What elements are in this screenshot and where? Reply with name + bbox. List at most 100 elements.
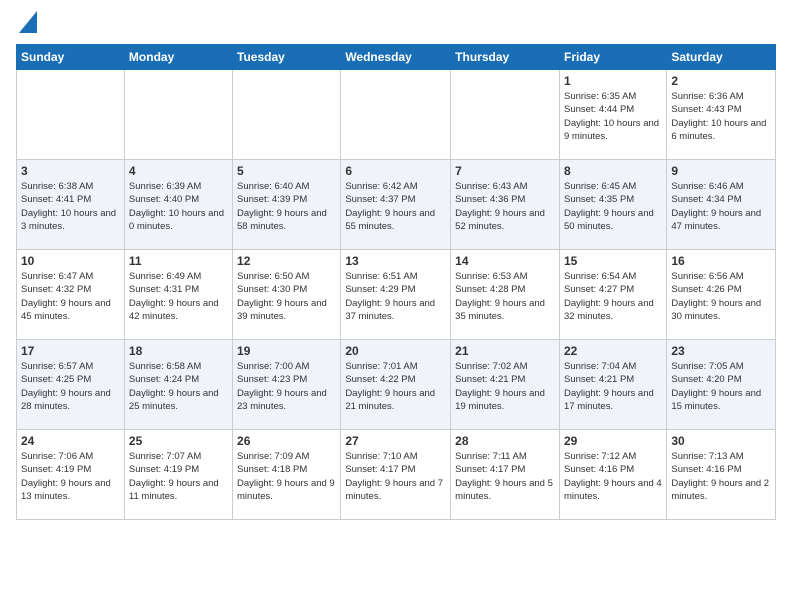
calendar-cell [17, 70, 125, 160]
day-info: Sunrise: 6:38 AM Sunset: 4:41 PM Dayligh… [21, 180, 120, 233]
calendar-cell: 7 Sunrise: 6:43 AM Sunset: 4:36 PM Daylig… [451, 160, 560, 250]
calendar-cell: 1 Sunrise: 6:35 AM Sunset: 4:44 PM Daylig… [559, 70, 666, 160]
day-number: 8 [564, 164, 662, 178]
calendar-cell [341, 70, 451, 160]
calendar-cell: 17 Sunrise: 6:57 AM Sunset: 4:25 PM Dayli… [17, 340, 125, 430]
day-info: Sunrise: 6:49 AM Sunset: 4:31 PM Dayligh… [129, 270, 228, 323]
calendar-cell: 8 Sunrise: 6:45 AM Sunset: 4:35 PM Daylig… [559, 160, 666, 250]
day-info: Sunrise: 6:47 AM Sunset: 4:32 PM Dayligh… [21, 270, 120, 323]
day-info: Sunrise: 6:39 AM Sunset: 4:40 PM Dayligh… [129, 180, 228, 233]
day-number: 2 [671, 74, 771, 88]
day-info: Sunrise: 6:57 AM Sunset: 4:25 PM Dayligh… [21, 360, 120, 413]
day-info: Sunrise: 6:45 AM Sunset: 4:35 PM Dayligh… [564, 180, 662, 233]
day-info: Sunrise: 6:42 AM Sunset: 4:37 PM Dayligh… [345, 180, 446, 233]
day-info: Sunrise: 6:43 AM Sunset: 4:36 PM Dayligh… [455, 180, 555, 233]
calendar-cell: 11 Sunrise: 6:49 AM Sunset: 4:31 PM Dayli… [124, 250, 232, 340]
day-info: Sunrise: 6:56 AM Sunset: 4:26 PM Dayligh… [671, 270, 771, 323]
calendar-cell: 16 Sunrise: 6:56 AM Sunset: 4:26 PM Dayli… [667, 250, 776, 340]
day-number: 5 [237, 164, 336, 178]
day-number: 30 [671, 434, 771, 448]
day-number: 16 [671, 254, 771, 268]
day-info: Sunrise: 6:51 AM Sunset: 4:29 PM Dayligh… [345, 270, 446, 323]
day-info: Sunrise: 7:13 AM Sunset: 4:16 PM Dayligh… [671, 450, 771, 503]
calendar-cell: 22 Sunrise: 7:04 AM Sunset: 4:21 PM Dayli… [559, 340, 666, 430]
day-info: Sunrise: 6:54 AM Sunset: 4:27 PM Dayligh… [564, 270, 662, 323]
day-number: 6 [345, 164, 446, 178]
calendar-cell [451, 70, 560, 160]
day-info: Sunrise: 6:46 AM Sunset: 4:34 PM Dayligh… [671, 180, 771, 233]
calendar-cell: 23 Sunrise: 7:05 AM Sunset: 4:20 PM Dayli… [667, 340, 776, 430]
day-info: Sunrise: 7:02 AM Sunset: 4:21 PM Dayligh… [455, 360, 555, 413]
calendar-cell [233, 70, 341, 160]
col-header-tuesday: Tuesday [233, 45, 341, 70]
day-info: Sunrise: 6:35 AM Sunset: 4:44 PM Dayligh… [564, 90, 662, 143]
day-number: 22 [564, 344, 662, 358]
calendar-cell: 20 Sunrise: 7:01 AM Sunset: 4:22 PM Dayli… [341, 340, 451, 430]
calendar-cell: 18Sunrise: 6:58 AM Sunset: 4:24 PM Dayli… [124, 340, 232, 430]
day-info: Sunrise: 6:40 AM Sunset: 4:39 PM Dayligh… [237, 180, 336, 233]
day-number: 11 [129, 254, 228, 268]
day-number: 24 [21, 434, 120, 448]
col-header-saturday: Saturday [667, 45, 776, 70]
calendar-cell: 25 Sunrise: 7:07 AM Sunset: 4:19 PM Dayli… [124, 430, 232, 520]
day-info: Sunrise: 7:01 AM Sunset: 4:22 PM Dayligh… [345, 360, 446, 413]
day-number: 13 [345, 254, 446, 268]
day-info: Sunrise: 7:06 AM Sunset: 4:19 PM Dayligh… [21, 450, 120, 503]
day-number: 21 [455, 344, 555, 358]
calendar-cell: 3 Sunrise: 6:38 AM Sunset: 4:41 PM Daylig… [17, 160, 125, 250]
day-info: Sunrise: 7:05 AM Sunset: 4:20 PM Dayligh… [671, 360, 771, 413]
logo-triangle-icon [19, 11, 37, 33]
day-number: 25 [129, 434, 228, 448]
calendar-cell: 24 Sunrise: 7:06 AM Sunset: 4:19 PM Dayli… [17, 430, 125, 520]
day-number: 4 [129, 164, 228, 178]
calendar-cell: 14 Sunrise: 6:53 AM Sunset: 4:28 PM Dayli… [451, 250, 560, 340]
day-info: Sunrise: 7:09 AM Sunset: 4:18 PM Dayligh… [237, 450, 336, 503]
calendar-cell: 13 Sunrise: 6:51 AM Sunset: 4:29 PM Dayli… [341, 250, 451, 340]
day-info: Sunrise: 7:07 AM Sunset: 4:19 PM Dayligh… [129, 450, 228, 503]
calendar-cell: 27 Sunrise: 7:10 AM Sunset: 4:17 PM Dayli… [341, 430, 451, 520]
day-number: 9 [671, 164, 771, 178]
day-info: Sunrise: 7:10 AM Sunset: 4:17 PM Dayligh… [345, 450, 446, 503]
day-number: 15 [564, 254, 662, 268]
calendar-cell: 15 Sunrise: 6:54 AM Sunset: 4:27 PM Dayli… [559, 250, 666, 340]
day-info: Sunrise: 7:11 AM Sunset: 4:17 PM Dayligh… [455, 450, 555, 503]
day-info: Sunrise: 7:00 AM Sunset: 4:23 PM Dayligh… [237, 360, 336, 413]
calendar-cell: 29Sunrise: 7:12 AM Sunset: 4:16 PM Dayli… [559, 430, 666, 520]
col-header-thursday: Thursday [451, 45, 560, 70]
logo [16, 16, 37, 36]
calendar-cell: 6 Sunrise: 6:42 AM Sunset: 4:37 PM Daylig… [341, 160, 451, 250]
calendar-cell: 9 Sunrise: 6:46 AM Sunset: 4:34 PM Daylig… [667, 160, 776, 250]
day-info: Sunrise: 6:50 AM Sunset: 4:30 PM Dayligh… [237, 270, 336, 323]
day-number: 20 [345, 344, 446, 358]
col-header-wednesday: Wednesday [341, 45, 451, 70]
day-number: 27 [345, 434, 446, 448]
calendar-cell: 19 Sunrise: 7:00 AM Sunset: 4:23 PM Dayli… [233, 340, 341, 430]
calendar-cell [124, 70, 232, 160]
day-number: 18 [129, 344, 228, 358]
day-number: 17 [21, 344, 120, 358]
col-header-sunday: Sunday [17, 45, 125, 70]
calendar-cell: 5 Sunrise: 6:40 AM Sunset: 4:39 PM Daylig… [233, 160, 341, 250]
day-info: Sunrise: 6:53 AM Sunset: 4:28 PM Dayligh… [455, 270, 555, 323]
day-info: Sunrise: 7:04 AM Sunset: 4:21 PM Dayligh… [564, 360, 662, 413]
day-number: 1 [564, 74, 662, 88]
day-number: 12 [237, 254, 336, 268]
day-info: Sunrise: 6:36 AM Sunset: 4:43 PM Dayligh… [671, 90, 771, 143]
day-number: 3 [21, 164, 120, 178]
day-number: 19 [237, 344, 336, 358]
calendar-cell: 2 Sunrise: 6:36 AM Sunset: 4:43 PM Daylig… [667, 70, 776, 160]
day-number: 7 [455, 164, 555, 178]
col-header-monday: Monday [124, 45, 232, 70]
calendar-cell: 30 Sunrise: 7:13 AM Sunset: 4:16 PM Dayli… [667, 430, 776, 520]
day-number: 26 [237, 434, 336, 448]
day-number: 14 [455, 254, 555, 268]
day-number: 28 [455, 434, 555, 448]
header [16, 16, 776, 36]
calendar-cell: 21 Sunrise: 7:02 AM Sunset: 4:21 PM Dayli… [451, 340, 560, 430]
calendar-cell: 4 Sunrise: 6:39 AM Sunset: 4:40 PM Daylig… [124, 160, 232, 250]
day-number: 23 [671, 344, 771, 358]
calendar-cell: 12 Sunrise: 6:50 AM Sunset: 4:30 PM Dayli… [233, 250, 341, 340]
day-number: 10 [21, 254, 120, 268]
day-info: Sunrise: 7:12 AM Sunset: 4:16 PM Dayligh… [564, 450, 662, 503]
calendar-cell: 26 Sunrise: 7:09 AM Sunset: 4:18 PM Dayli… [233, 430, 341, 520]
